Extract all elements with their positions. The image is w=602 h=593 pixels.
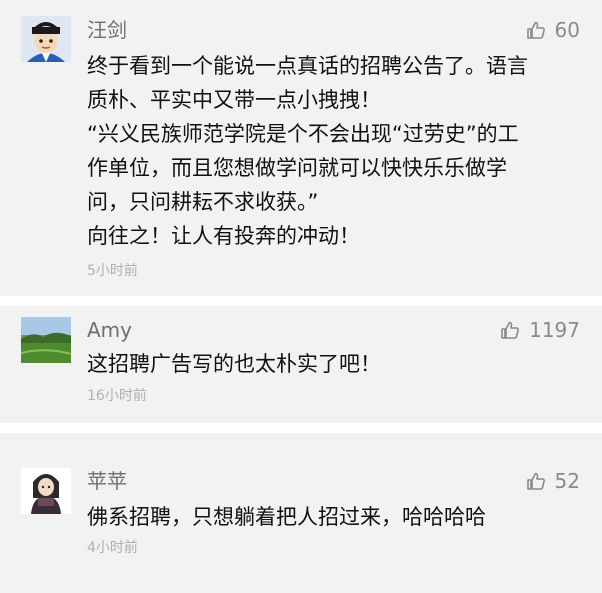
comment-card: 汪剑 60 终于看到一个能说一点真话的招聘公告了。语言 质朴、平实中又带一点小拽… [0,0,602,296]
like-count: 52 [554,469,580,493]
avatar[interactable] [21,468,71,514]
timestamp: 16小时前 [87,388,147,404]
author-name[interactable]: 苹苹 [87,468,127,494]
author-name[interactable]: Amy [87,317,132,343]
comment-line: 这招聘广告写的也太朴实了吧！ [87,352,381,376]
like-button[interactable]: 52 [526,468,580,494]
comment-line: 质朴、平实中又带一点小拽拽！ [87,88,381,112]
comment-text: 这招聘广告写的也太朴实了吧！ [87,347,584,381]
author-name[interactable]: 汪剑 [87,17,127,43]
comment-text: 佛系招聘，只想躺着把人招过来，哈哈哈哈 [87,500,584,534]
comment-line: 终于看到一个能说一点真话的招聘公告了。语言 [87,54,528,78]
comment-card: Amy 1197 这招聘广告写的也太朴实了吧！ 16小时前 [0,306,602,423]
like-button[interactable]: 60 [526,17,580,43]
comment-line: 向往之！让人有投奔的冲动！ [87,224,360,248]
comment-line: 作单位，而且您想做学问就可以快快乐乐做学 [87,156,507,180]
comment-line: 佛系招聘，只想躺着把人招过来，哈哈哈哈 [87,505,486,529]
comment-card: 苹苹 52 佛系招聘，只想躺着把人招过来，哈哈哈哈 4小时前 [0,433,602,593]
comment-text: 终于看到一个能说一点真话的招聘公告了。语言 质朴、平实中又带一点小拽拽！ “兴义… [87,49,584,253]
timestamp: 4小时前 [87,540,138,556]
like-button[interactable]: 1197 [500,317,580,343]
thumbs-up-icon [526,21,545,39]
like-count: 60 [554,18,580,42]
comment-feed: 汪剑 60 终于看到一个能说一点真话的招聘公告了。语言 质朴、平实中又带一点小拽… [0,0,602,593]
avatar[interactable] [21,317,71,363]
avatar[interactable] [21,16,71,62]
thumbs-up-icon [501,321,519,339]
comment-line: “兴义民族师范学院是个不会出现“过劳史”的工 [87,122,519,146]
thumbs-up-icon [526,472,545,490]
like-count: 1197 [529,318,580,342]
comment-line: 问，只问耕耘不求收获。” [87,190,319,214]
timestamp: 5小时前 [87,263,138,279]
